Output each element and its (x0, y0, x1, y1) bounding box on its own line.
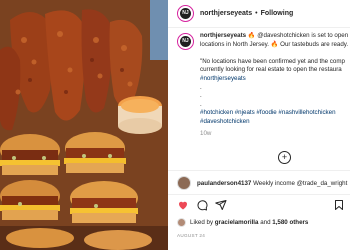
comment-icon[interactable] (196, 199, 208, 211)
post-photo[interactable] (0, 0, 168, 250)
liker-username[interactable]: gracielamorilla (215, 219, 259, 226)
following-button[interactable]: Following (261, 10, 294, 17)
caption-row: NJ northjerseyeats 🔥 @daveshotchicken is… (168, 32, 350, 138)
likes-count-link[interactable]: 1,580 others (272, 219, 308, 226)
caption-username[interactable]: northjerseyeats (200, 32, 246, 39)
action-bar (177, 199, 347, 213)
separator-dot: • (255, 10, 258, 17)
username-link[interactable]: northjerseyeats (200, 10, 252, 17)
hashtags-link[interactable]: #hotchicken #njeats #foodie #nashvilleho… (200, 109, 350, 118)
hashtag-link[interactable]: #northjerseyeats (200, 75, 350, 84)
hashtag-link-2[interactable]: #daveshotchicken (200, 118, 350, 127)
post-age: 10w (200, 129, 212, 137)
likes-row: Liked by gracielamorilla and 1,580 other… (177, 218, 308, 227)
comment-row: paulanderson4137 Weekly income @trade_da… (168, 176, 350, 190)
liker-avatar (177, 218, 186, 227)
comment-text: paulanderson4137 Weekly income @trade_da… (197, 179, 348, 187)
avatar-initials: NJ (182, 10, 189, 16)
bookmark-icon[interactable] (333, 199, 345, 211)
caption-avatar[interactable]: NJ (177, 33, 194, 50)
plus-circle-icon[interactable]: + (278, 151, 291, 164)
post-date: AUGUST 24 (177, 233, 206, 238)
fried-chicken-photo (0, 0, 168, 250)
divider (168, 194, 350, 195)
commenter-username[interactable]: paulanderson4137 (197, 180, 251, 187)
heart-icon[interactable] (177, 199, 189, 211)
post-header: NJ northjerseyeats • Following (168, 0, 350, 28)
post-details-panel: NJ northjerseyeats • Following NJ northj… (168, 0, 350, 250)
share-icon[interactable] (215, 199, 227, 211)
commenter-avatar[interactable] (177, 176, 191, 190)
caption-text: northjerseyeats 🔥 @daveshotchicken is se… (200, 32, 350, 137)
divider (168, 170, 350, 171)
avatar[interactable]: NJ (177, 5, 194, 22)
likes-text: Liked by gracielamorilla and 1,580 other… (190, 219, 309, 226)
